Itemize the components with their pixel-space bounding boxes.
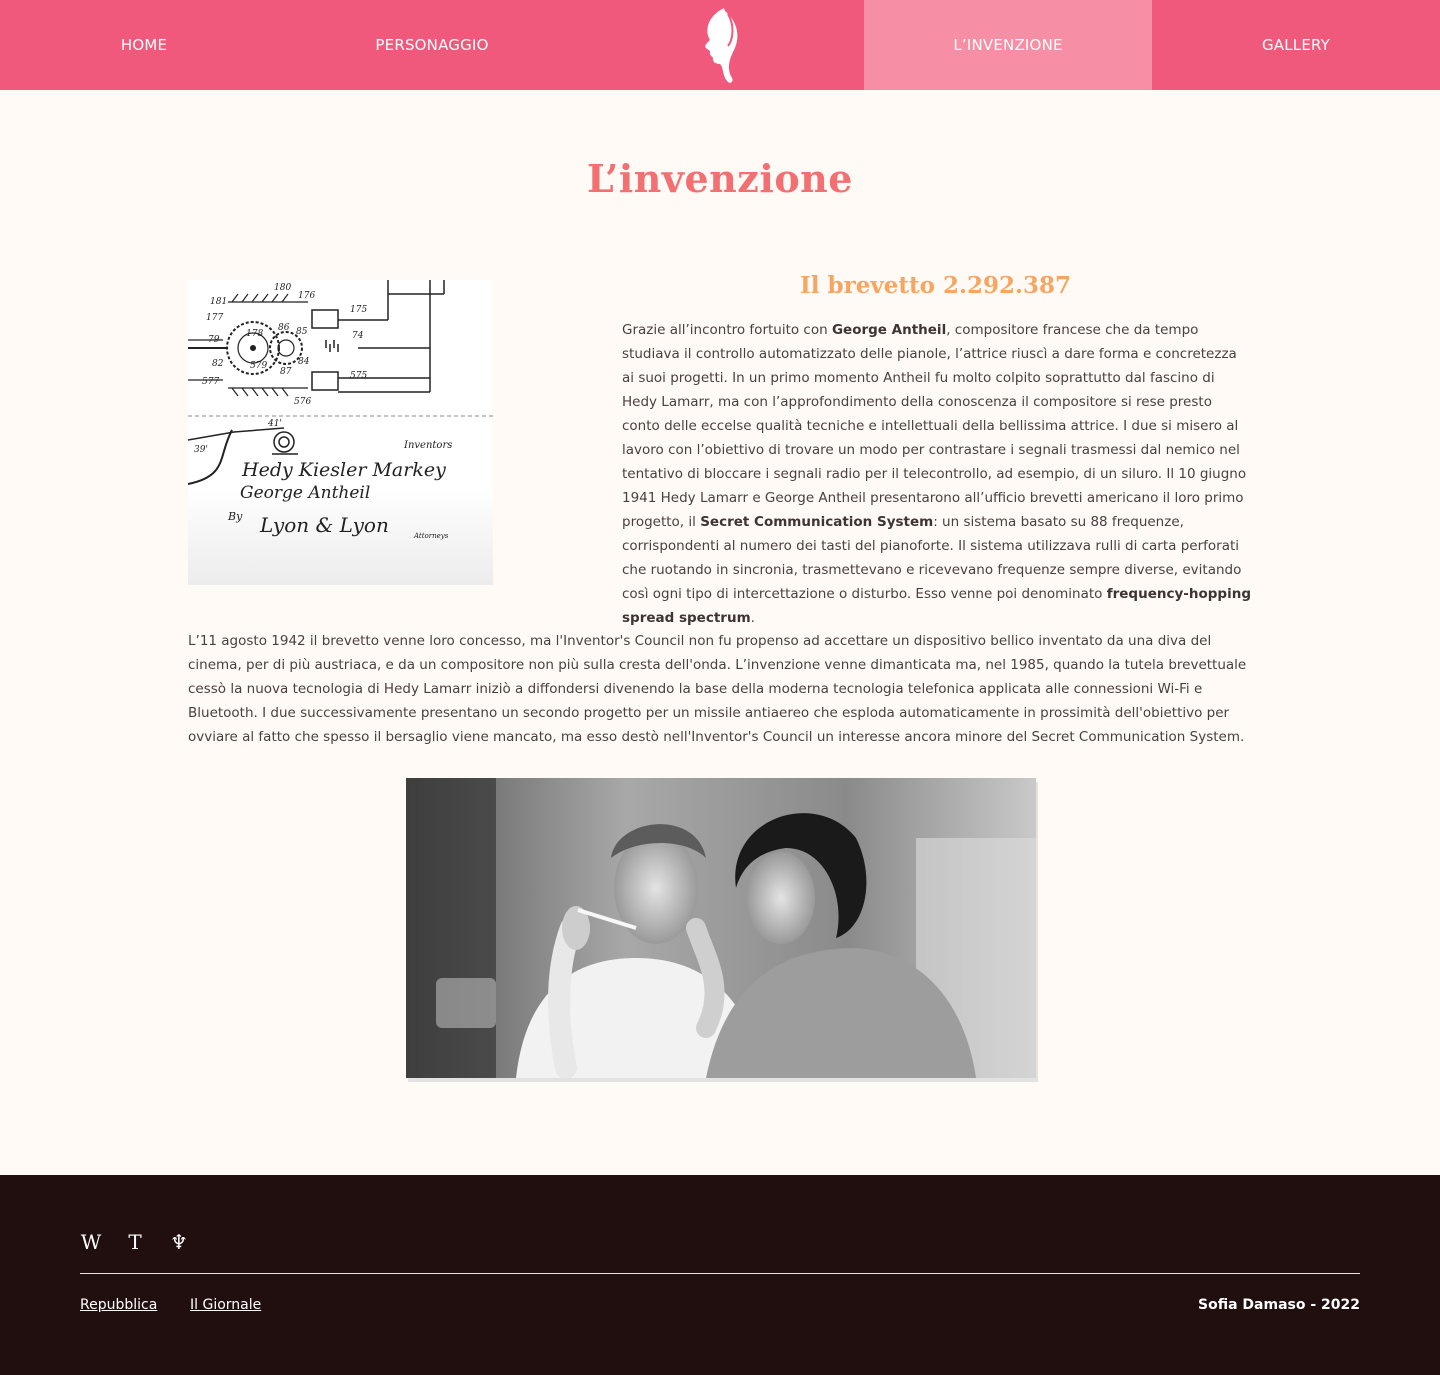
signature-antheil: George Antheil <box>240 483 370 503</box>
crest-icon[interactable]: ♆ <box>168 1230 190 1254</box>
text-run: . <box>750 610 755 626</box>
signature-hedy: Hedy Kiesler Markey <box>241 459 446 481</box>
woman-profile-logo-icon <box>705 8 738 83</box>
nav-invenzione[interactable]: L’INVENZIONE <box>864 0 1152 90</box>
patent-number: 84 <box>298 357 310 367</box>
footer-credit: Sofia Damaso - 2022 <box>1198 1297 1360 1313</box>
site-logo[interactable] <box>576 0 864 90</box>
footer-link-repubblica[interactable]: Repubblica <box>80 1297 157 1313</box>
patent-description-paragraph: Grazie all’incontro fortuito con George … <box>622 318 1252 630</box>
nav-gallery[interactable]: GALLERY <box>1152 0 1440 90</box>
patent-number: 82 <box>212 359 224 369</box>
social-links: W T ♆ <box>80 1230 190 1254</box>
attorneys-label: Attorneys <box>413 532 449 540</box>
footer-divider <box>80 1273 1360 1274</box>
patent-number: 41' <box>267 419 282 429</box>
patent-number: 85 <box>296 327 308 337</box>
text-run: , compositore francese che da tempo stud… <box>622 322 1247 530</box>
lab-photo <box>406 778 1036 1078</box>
patent-number: 180 <box>274 283 291 293</box>
patent-number: 576 <box>294 397 311 407</box>
patent-number: 79 <box>208 335 220 345</box>
treccani-icon[interactable]: T <box>124 1230 146 1254</box>
patent-number: 74 <box>352 331 364 341</box>
bold-term: George Antheil <box>831 322 947 338</box>
patent-number: 178 <box>246 329 263 339</box>
inventors-label: Inventors <box>403 440 452 451</box>
nav-home[interactable]: HOME <box>0 0 288 90</box>
patent-number: 87 <box>280 367 292 377</box>
main-nav: HOME PERSONAGGIO L’INVENZIONE GALLERY <box>0 0 1440 90</box>
patent-number: 175 <box>350 305 367 315</box>
nav-personaggio[interactable]: PERSONAGGIO <box>288 0 576 90</box>
patent-history-paragraph: L’11 agosto 1942 il brevetto venne loro … <box>188 633 1247 745</box>
by-label: By <box>227 510 243 523</box>
wikipedia-icon[interactable]: W <box>80 1230 102 1254</box>
footer: W T ♆ Repubblica Il Giornale Sofia Damas… <box>0 1175 1440 1375</box>
patent-number: 177 <box>206 313 223 323</box>
section-heading: Il brevetto 2.292.387 <box>800 272 1071 299</box>
patent-drawing-image: 181 180 176 177 175 79 178 86 85 74 82 5… <box>188 280 493 585</box>
bold-term: Secret Communication System <box>700 514 934 530</box>
patent-number: 575 <box>350 371 367 381</box>
patent-number: 181 <box>210 297 227 307</box>
patent-number: 579 <box>250 361 267 371</box>
footer-link-il-giornale[interactable]: Il Giornale <box>190 1297 261 1313</box>
patent-number: 577 <box>202 377 219 387</box>
patent-number: 86 <box>278 323 290 333</box>
patent-number: 39' <box>194 445 208 455</box>
patent-number: 176 <box>298 291 315 301</box>
text-run: Grazie all’incontro fortuito con <box>622 322 832 338</box>
attorney-signature: Lyon & Lyon <box>259 513 389 537</box>
page-title: L’invenzione <box>587 156 853 201</box>
